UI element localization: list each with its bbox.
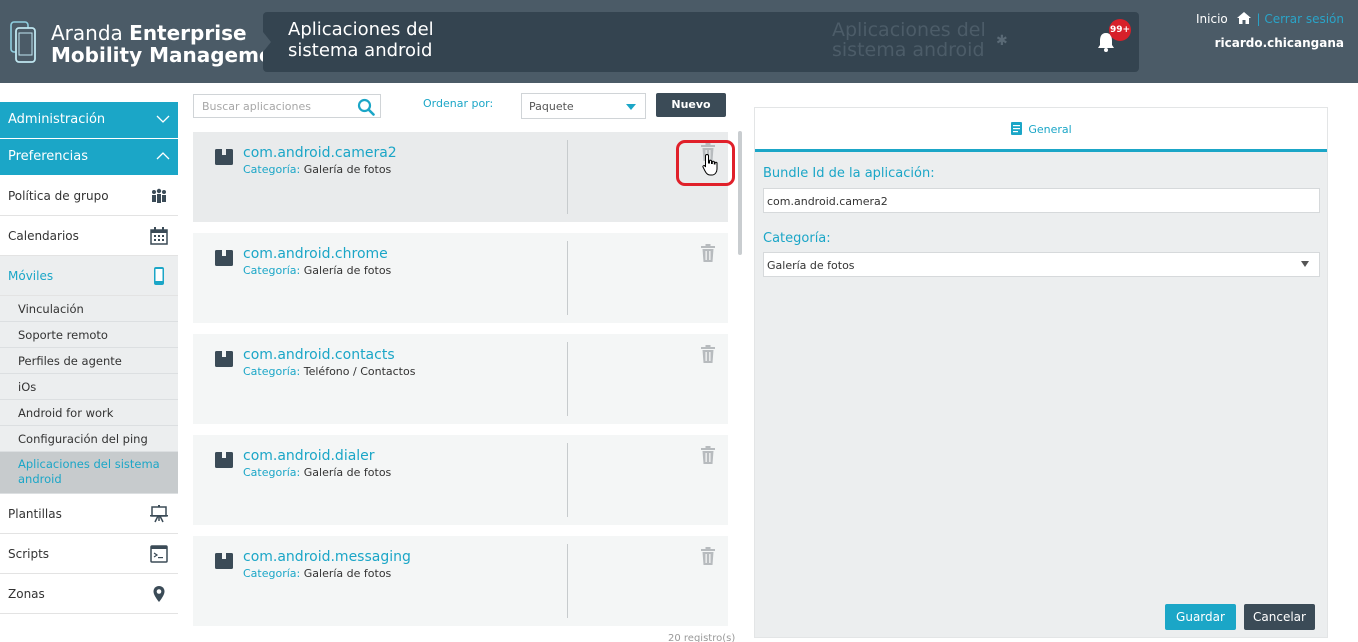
trash-icon[interactable] <box>700 446 716 464</box>
calendar-icon <box>150 227 168 245</box>
sidebar-item-label: Móviles <box>8 269 54 283</box>
sidebar-item-calendarios[interactable]: Calendarios <box>0 216 178 256</box>
sidebar-subitem-soporte-remoto[interactable]: Soporte remoto <box>0 322 178 348</box>
template-icon <box>150 505 168 523</box>
package-icon <box>215 553 233 569</box>
card-divider <box>567 544 568 618</box>
search-input[interactable] <box>194 95 344 117</box>
app-category: Categoría: Galería de fotos <box>243 567 392 580</box>
sidebar-item-label: Scripts <box>8 547 50 561</box>
ghost-page-title: Aplicaciones del sistema android <box>832 19 986 61</box>
location-pin-icon <box>153 586 165 602</box>
script-icon <box>150 545 168 563</box>
records-count: 20 registro(s) <box>668 633 736 642</box>
sort-select[interactable]: Paquete <box>521 93 646 119</box>
app-category: Categoría: Teléfono / Contactos <box>243 365 416 378</box>
sidebar-item-plantillas[interactable]: Plantillas <box>0 494 178 534</box>
cancel-button[interactable]: Cancelar <box>1244 604 1315 630</box>
sidebar-item-scripts[interactable]: Scripts <box>0 534 178 574</box>
bundle-id-label: Bundle Id de la aplicación: <box>763 166 935 181</box>
app-header: Aranda Enterprise Mobility Management Ap… <box>0 0 1358 83</box>
app-category: Categoría: Galería de fotos <box>243 163 392 176</box>
package-icon <box>215 250 233 266</box>
chevron-down-icon <box>156 115 170 123</box>
card-divider <box>567 140 568 214</box>
sidebar-item-zonas[interactable]: Zonas <box>0 574 178 614</box>
notification-badge[interactable]: 99+ <box>1109 19 1131 41</box>
category-label: Categoría: <box>763 231 831 246</box>
sidebar-subitem-aplicaciones-del-sistema-android[interactable]: Aplicaciones del sistema android <box>0 452 178 494</box>
app-name[interactable]: com.android.messaging <box>243 549 411 565</box>
package-icon <box>215 149 233 165</box>
sidebar-item-label: Calendarios <box>8 229 79 243</box>
sidebar-subitem-perfiles-de-agente[interactable]: Perfiles de agente <box>0 348 178 374</box>
sidebar-item-label: Zonas <box>8 587 45 601</box>
group-policy-icon <box>152 188 166 203</box>
sidebar-item-label: Política de grupo <box>8 189 109 203</box>
form-icon <box>1011 122 1023 135</box>
category-select[interactable]: Galería de fotos <box>763 252 1320 277</box>
app-name[interactable]: com.android.chrome <box>243 246 388 262</box>
top-links: Inicio | Cerrar sesión <box>1196 12 1344 26</box>
sidebar-item-moviles[interactable]: Móviles <box>0 256 178 296</box>
logout-link[interactable]: Cerrar sesión <box>1264 12 1344 26</box>
page-title: Aplicaciones del sistema android <box>288 19 434 61</box>
app-name[interactable]: com.android.dialer <box>243 448 375 464</box>
caret-down-icon <box>1301 261 1309 267</box>
username: ricardo.chicangana <box>1214 36 1344 50</box>
sidebar-section-preferencias[interactable]: Preferencias <box>0 139 178 176</box>
sidebar-subitem-vinculacion[interactable]: Vinculación <box>0 296 178 322</box>
chevron-up-icon <box>156 152 170 160</box>
card-divider <box>567 443 568 517</box>
sidebar-section-label: Administración <box>8 112 106 127</box>
app-list-item[interactable]: com.android.contacts Categoría: Teléfono… <box>193 334 728 424</box>
trash-icon[interactable] <box>700 547 716 565</box>
sort-label: Ordenar por: <box>423 97 494 110</box>
link-separator: | <box>1256 12 1261 26</box>
brand-name: Aranda Enterprise Mobility Management <box>51 21 297 67</box>
title-bar-notch <box>263 32 271 52</box>
app-category: Categoría: Galería de fotos <box>243 264 392 277</box>
app-category: Categoría: Galería de fotos <box>243 466 392 479</box>
sort-select-value: Paquete <box>529 100 574 113</box>
hand-cursor-icon <box>702 153 718 176</box>
tab-general-content: General <box>1010 122 1072 136</box>
sidebar-item-label: Plantillas <box>8 507 62 521</box>
tab-general-label: General <box>1028 123 1072 136</box>
app-list-item[interactable]: com.android.dialer Categoría: Galería de… <box>193 435 728 525</box>
detail-panel: General Bundle Id de la aplicación: com.… <box>754 107 1328 638</box>
trash-icon[interactable] <box>700 244 716 262</box>
trash-icon[interactable] <box>700 345 716 363</box>
bundle-id-field[interactable]: com.android.camera2 <box>763 188 1320 213</box>
app-name[interactable]: com.android.camera2 <box>243 145 397 161</box>
sidebar-subitem-android-for-work[interactable]: Android for work <box>0 400 178 426</box>
sidebar-section-label: Preferencias <box>8 149 89 164</box>
app-list-item[interactable]: com.android.chrome Categoría: Galería de… <box>193 233 728 323</box>
mobile-icon <box>154 267 164 285</box>
app-list-item[interactable]: com.android.camera2 Categoría: Galería d… <box>193 132 728 222</box>
package-icon <box>215 452 233 468</box>
sidebar-item-politica-de-grupo[interactable]: Política de grupo <box>0 176 178 216</box>
sidebar-section-administracion[interactable]: Administración <box>0 102 178 139</box>
sidebar-subitem-configuracion-del-ping[interactable]: Configuración del ping <box>0 426 178 452</box>
search-icon[interactable] <box>357 98 375 116</box>
category-select-value: Galería de fotos <box>767 259 855 272</box>
new-button[interactable]: Nuevo <box>656 93 726 117</box>
card-divider <box>567 342 568 416</box>
home-icon[interactable] <box>1236 12 1251 24</box>
gear-icon: ✱ <box>996 33 1008 49</box>
app-list-item[interactable]: com.android.messaging Categoría: Galería… <box>193 536 728 626</box>
card-divider <box>567 241 568 315</box>
devices-logo-icon <box>10 21 36 63</box>
search-box <box>193 94 381 118</box>
app-name[interactable]: com.android.contacts <box>243 347 395 363</box>
list-scrollbar[interactable] <box>738 131 742 255</box>
sidebar: Administración Preferencias Política de … <box>0 102 178 614</box>
home-link[interactable]: Inicio <box>1196 12 1228 26</box>
caret-down-icon <box>626 104 636 110</box>
package-icon <box>215 351 233 367</box>
sidebar-subitem-ios[interactable]: iOs <box>0 374 178 400</box>
tab-general[interactable]: General <box>755 108 1327 152</box>
save-button[interactable]: Guardar <box>1165 604 1236 630</box>
